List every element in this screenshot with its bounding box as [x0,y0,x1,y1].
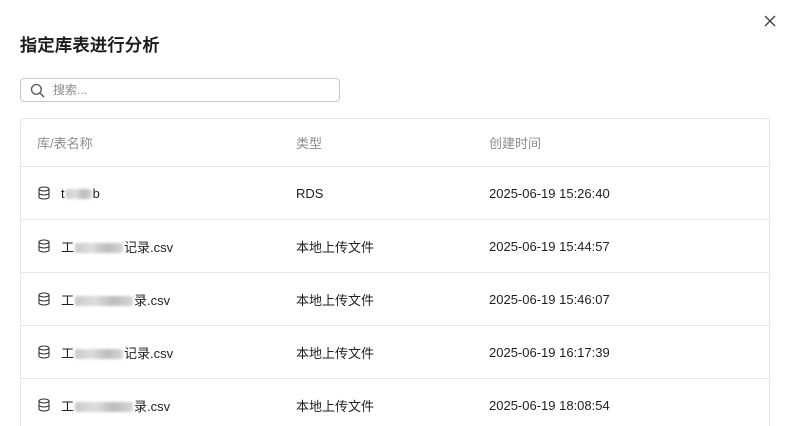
database-icon [37,239,51,253]
table-row[interactable]: 工录.csv 本地上传文件 2025-06-19 18:08:54 [21,379,769,426]
header-created: 创建时间 [489,136,542,151]
database-icon [37,345,51,359]
table-name: 工录.csv [61,398,171,414]
table-row[interactable]: 工录.csv 本地上传文件 2025-06-19 15:46:07 [21,273,769,326]
search-icon [29,82,45,98]
database-icon [37,186,51,200]
table-created: 2025-06-19 18:08:54 [489,397,610,413]
database-icon [37,292,51,306]
table-header: 库/表名称 类型 创建时间 [21,119,769,167]
table-row[interactable]: tb RDS 2025-06-19 15:26:40 [21,167,769,220]
table-created: 2025-06-19 16:17:39 [489,344,610,360]
dialog-title: 指定库表进行分析 [20,36,160,55]
table-name: 工记录.csv [61,239,174,255]
table-created: 2025-06-19 15:26:40 [489,185,610,201]
table-type: 本地上传文件 [296,292,375,308]
table-type: 本地上传文件 [296,239,375,255]
table-type: 本地上传文件 [296,345,375,361]
select-table-dialog: 指定库表进行分析 库/表名称 类型 创建时间 tb RDS 2025-06-19… [0,0,790,426]
table-created: 2025-06-19 15:44:57 [489,238,610,254]
table-created: 2025-06-19 15:46:07 [489,291,610,307]
table-name: 工录.csv [61,292,171,308]
search-box[interactable] [20,78,340,102]
table-list: 库/表名称 类型 创建时间 tb RDS 2025-06-19 15:26:40… [20,118,770,426]
table-row[interactable]: 工记录.csv 本地上传文件 2025-06-19 15:44:57 [21,220,769,273]
close-icon [764,15,776,27]
search-input[interactable] [53,83,333,97]
header-name: 库/表名称 [37,136,93,151]
table-row[interactable]: 工记录.csv 本地上传文件 2025-06-19 16:17:39 [21,326,769,379]
table-name: 工记录.csv [61,345,174,361]
header-type: 类型 [296,136,323,151]
database-icon [37,398,51,412]
table-type: 本地上传文件 [296,398,375,414]
table-type: RDS [296,185,324,201]
close-button[interactable] [761,12,779,30]
table-name: tb [61,185,100,201]
